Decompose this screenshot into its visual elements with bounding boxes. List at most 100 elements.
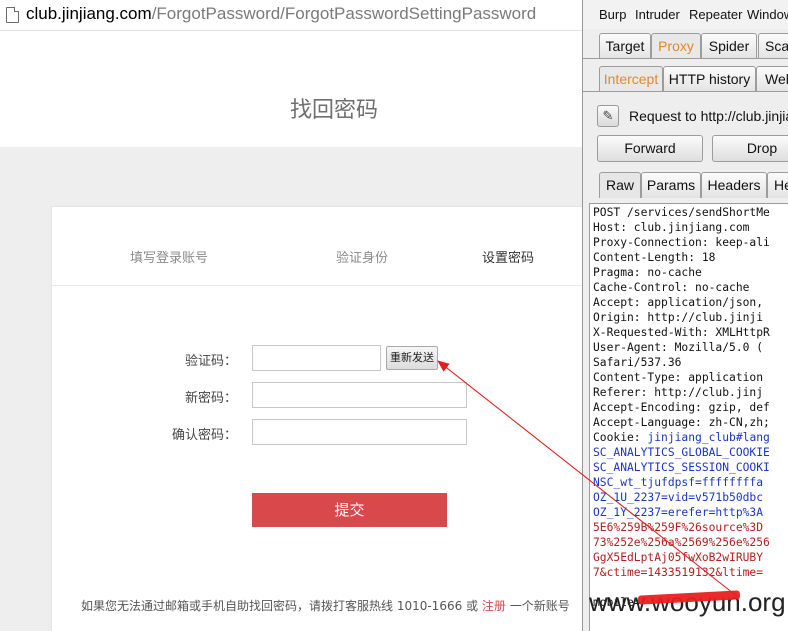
request-line-text: Referer: http://club.jinj	[593, 386, 764, 399]
page-icon	[6, 7, 19, 23]
request-line-text: X-Requested-With: XMLHttpR	[593, 326, 770, 339]
menu-repeater[interactable]: Repeater	[689, 7, 742, 22]
pencil-icon[interactable]: ✎	[597, 105, 619, 127]
tab-hex[interactable]: He	[767, 172, 788, 198]
request-line-text: Accept: application/json,	[593, 296, 764, 309]
code-label: 验证码：	[185, 354, 238, 369]
tab-params[interactable]: Params	[641, 172, 701, 198]
request-line: OZ_1U_2237=vid=v571b50dbc	[593, 491, 763, 504]
step-indicator: 填写登录账号 验证身份 设置密码	[52, 207, 582, 286]
request-line-text: Origin: http://club.jinji	[593, 311, 764, 324]
request-line-text: SC_ANALYTICS_SESSION_COOKI	[593, 461, 770, 474]
request-line-text: OZ_1Y_2237=erefer=http%3A	[593, 506, 764, 519]
request-line: 5E6%259B%259F%26source%3D	[593, 521, 763, 534]
request-line: 7&ctime=1433519132&ltime=	[593, 566, 763, 579]
request-line: Accept-Encoding: gzip, def	[593, 401, 770, 414]
confirm-password-label: 确认密码：	[172, 428, 238, 443]
request-line-text: Safari/537.36	[593, 356, 682, 369]
tab-websockets[interactable]: Web	[756, 66, 788, 92]
footer-text: 如果您无法通过邮箱或手机自助找回密码，请拨打客服热线 1010-1666 或	[81, 599, 482, 613]
tab-intercept[interactable]: Intercept	[599, 66, 663, 92]
url-path: /ForgotPassword/ForgotPasswordSettingPas…	[151, 4, 537, 23]
request-line: Host: club.jinjiang.com	[593, 221, 749, 234]
request-line-text: 5E6%259B%259F%26source%3D	[593, 521, 764, 534]
url-host: club.jinjiang.com	[26, 4, 152, 23]
menu-bar: Burp Intruder Repeater Window	[583, 0, 788, 29]
request-line-text: 7&ctime=1433519132&ltime=	[593, 566, 764, 579]
menu-burp[interactable]: Burp	[599, 7, 626, 22]
request-line-text: Content-Length: 18	[593, 251, 716, 264]
submit-button[interactable]: 提交	[252, 493, 447, 527]
request-line: Referer: http://club.jinj	[593, 386, 763, 399]
request-line-text: Proxy-Connection: keep-ali	[593, 236, 770, 249]
request-line: User-Agent: Mozilla/5.0 (	[593, 341, 763, 354]
request-line-text: Accept-Language: zh-CN,zh;	[593, 416, 770, 429]
cookie-value: jinjiang_club#lang	[647, 431, 770, 444]
help-footer: 如果您无法通过邮箱或手机自助找回密码，请拨打客服热线 1010-1666 或 注…	[81, 597, 570, 614]
new-password-input[interactable]	[252, 382, 467, 408]
request-line-text: 73%252e%256a%2569%256e%256	[593, 536, 770, 549]
request-line: POST /services/sendShortMe	[593, 206, 770, 219]
request-line-text: Host: club.jinjiang.com	[593, 221, 750, 234]
page-header	[0, 31, 582, 146]
request-line-text: Accept-Encoding: gzip, def	[593, 401, 770, 414]
new-password-label: 新密码：	[185, 391, 238, 406]
request-line: Accept: application/json,	[593, 296, 763, 309]
code-input[interactable]	[252, 345, 381, 371]
request-line: Proxy-Connection: keep-ali	[593, 236, 770, 249]
request-line: Safari/537.36	[593, 356, 681, 369]
raw-request-editor[interactable]: POST /services/sendShortMe Host: club.jin…	[589, 203, 788, 631]
subtab-divider	[583, 91, 788, 92]
step-verify-identity: 验证身份	[336, 251, 389, 266]
request-line-text: OZ_1U_2237=vid=v571b50dbc	[593, 491, 764, 504]
url-text[interactable]: club.jinjiang.com/ForgotPassword/ForgotP…	[26, 4, 536, 24]
tab-http-history[interactable]: HTTP history	[663, 66, 756, 92]
request-line-text: Cookie:	[593, 431, 648, 444]
step-enter-account: 填写登录账号	[130, 251, 209, 266]
confirm-password-input[interactable]	[252, 419, 467, 445]
request-line-text: Pragma: no-cache	[593, 266, 702, 279]
request-line: Cookie: jinjiang_club#lang	[593, 431, 770, 444]
resend-button[interactable]: 重新发送	[386, 346, 438, 370]
browser-window: club.jinjiang.com/ForgotPassword/ForgotP…	[0, 0, 582, 631]
request-line-text: User-Agent: Mozilla/5.0 (	[593, 341, 764, 354]
tab-target[interactable]: Target	[599, 33, 651, 59]
request-line: Cache-Control: no-cache	[593, 281, 749, 294]
request-line: SC_ANALYTICS_SESSION_COOKI	[593, 461, 770, 474]
drop-button[interactable]: Drop	[712, 135, 788, 162]
request-target-label: Request to http://club.jinjiang	[629, 108, 788, 124]
request-line-text: Content-Type: application	[593, 371, 764, 384]
request-line-text: NSC_wt_tjufdpsf=ffffffffa	[593, 476, 764, 489]
burp-window: Burp Intruder Repeater Window Target Pro…	[582, 0, 788, 631]
forward-button[interactable]: Forward	[597, 135, 703, 162]
menu-intruder[interactable]: Intruder	[635, 7, 680, 22]
request-line: 73%252e%256a%2569%256e%256	[593, 536, 770, 549]
watermark: www.wooyun.org	[589, 587, 786, 618]
request-line: Accept-Language: zh-CN,zh;	[593, 416, 770, 429]
request-line: NSC_wt_tjufdpsf=ffffffffa	[593, 476, 763, 489]
request-line-text: POST /services/sendShortMe	[593, 206, 770, 219]
request-line: X-Requested-With: XMLHttpR	[593, 326, 770, 339]
tab-scanner[interactable]: Scan	[758, 33, 788, 59]
request-line: SC_ANALYTICS_GLOBAL_COOKIE	[593, 446, 770, 459]
request-line-text: SC_ANALYTICS_GLOBAL_COOKIE	[593, 446, 770, 459]
request-line: Origin: http://club.jinji	[593, 311, 763, 324]
tab-proxy[interactable]: Proxy	[651, 33, 701, 59]
request-line-text: GgX5EdLptAj05fwXoB2wIRUBY	[593, 551, 764, 564]
request-line-text: Cache-Control: no-cache	[593, 281, 750, 294]
step-set-password: 设置密码	[482, 251, 535, 266]
tab-divider	[583, 58, 788, 59]
menu-window[interactable]: Window	[747, 7, 788, 22]
footer-text-end: 一个新账号	[505, 599, 570, 613]
address-bar[interactable]: club.jinjiang.com/ForgotPassword/ForgotP…	[0, 0, 582, 31]
tab-spider[interactable]: Spider	[701, 33, 757, 59]
tab-headers[interactable]: Headers	[701, 172, 767, 198]
tab-raw[interactable]: Raw	[599, 172, 641, 198]
request-line: Content-Length: 18	[593, 251, 715, 264]
request-line: GgX5EdLptAj05fwXoB2wIRUBY	[593, 551, 763, 564]
register-link[interactable]: 注册	[482, 599, 506, 613]
page-title: 找回密码	[289, 98, 378, 123]
request-line: Pragma: no-cache	[593, 266, 702, 279]
request-line: OZ_1Y_2237=erefer=http%3A	[593, 506, 763, 519]
request-line: Content-Type: application	[593, 371, 763, 384]
